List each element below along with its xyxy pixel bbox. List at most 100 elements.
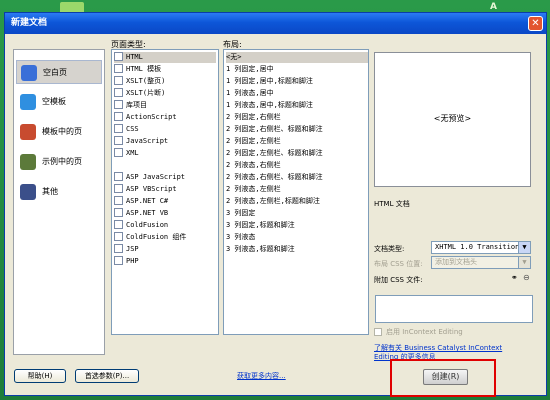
get-more-content-link[interactable]: 获取更多内容... [237,371,286,381]
blank-template-icon [20,94,36,110]
layout-item[interactable]: 1 列液态,居中 [226,88,274,99]
layout-item[interactable]: 2 列液态,右侧栏、标题和脚注 [226,172,323,183]
page-type-item-label: CSS [126,125,139,133]
page-type-item[interactable]: ActionScript [114,112,177,123]
document-icon [114,76,123,85]
layout-item[interactable]: 2 列液态,左侧栏 [226,184,281,195]
document-icon [114,88,123,97]
attach-css-list[interactable] [375,295,533,323]
page-type-item-label: ActionScript [126,113,177,121]
page-type-item-label: ASP JavaScript [126,173,186,181]
document-icon [114,112,123,121]
no-preview-text: <无预览> [433,114,472,123]
page-type-list[interactable]: HTML HTML 模板 XSLT(整页) XSLT(片断) 库项目 Actio… [111,49,219,335]
page-type-item[interactable]: HTML 模板 [114,64,161,75]
page-type-item[interactable]: CSS [114,124,139,135]
remove-icon[interactable]: ⊖ [523,273,530,282]
sidebar-item-blank-template[interactable]: 空模板 [16,90,102,114]
sidebar-item-template-page[interactable]: 模板中的页 [16,120,102,144]
other-icon [20,184,36,200]
page-type-item-label: XSLT(整页) [126,77,166,85]
incontext-checkbox[interactable] [374,328,382,336]
blank-page-icon [21,65,37,81]
layout-item[interactable]: 2 列固定,左侧栏 [226,136,281,147]
document-icon [114,220,123,229]
page-type-item[interactable]: ASP.NET VB [114,208,168,219]
layout-item[interactable]: 2 列固定,右侧栏、标题和脚注 [226,124,323,135]
category-sidebar: 空白页 空模板 模板中的页 示例中的页 其他 [13,49,105,355]
page-type-item-label: 库项目 [126,101,147,109]
page-type-item[interactable]: JavaScript [114,136,168,147]
sidebar-item-label: 示例中的页 [42,157,82,166]
link-icon[interactable]: ⚭ [511,273,518,282]
page-type-item[interactable]: XSLT(片断) [114,88,165,99]
document-icon [114,52,123,61]
page-type-item-label: XML [126,149,139,157]
close-icon: ✕ [531,18,540,29]
layout-item[interactable]: 3 列液态 [226,232,255,243]
document-icon [114,232,123,241]
sidebar-item-label: 空白页 [43,68,67,77]
sample-page-icon [20,154,36,170]
page-type-item[interactable]: ASP VBScript [114,184,177,195]
page-type-item[interactable]: PHP [114,256,139,267]
layout-css-select: 添加到文档头 ▼ [431,256,531,269]
layout-item[interactable]: 3 列固定,标题和脚注 [226,220,295,231]
chevron-down-icon: ▼ [518,257,530,268]
layout-item[interactable]: 2 列固定,右侧栏 [226,112,281,123]
layout-item[interactable]: 1 列固定,居中 [226,64,274,75]
page-type-item[interactable]: ColdFusion 组件 [114,232,186,243]
page-type-item[interactable]: XSLT(整页) [114,76,165,87]
document-icon [114,100,123,109]
page-type-item-label: ASP.NET VB [126,209,169,217]
page-type-item[interactable]: XML [114,148,139,159]
layout-item[interactable]: <无> [226,52,368,64]
page-type-item[interactable]: JSP [114,244,139,255]
help-button[interactable]: 帮助(H) [14,369,66,383]
page-type-item-label: ColdFusion [126,221,169,229]
layout-item[interactable]: 2 列固定,左侧栏、标题和脚注 [226,148,323,159]
layout-item[interactable]: 1 列液态,居中,标题和脚注 [226,100,313,111]
page-type-item-label: ASP VBScript [126,185,177,193]
layout-list[interactable]: <无> 1 列固定,居中 1 列固定,居中,标题和脚注 1 列液态,居中 1 列… [223,49,369,335]
adobe-logo: A [490,2,497,12]
page-type-item-label: XSLT(片断) [126,89,166,97]
document-icon [114,196,123,205]
page-type-item-label: HTML [126,53,143,61]
sidebar-item-blank-page[interactable]: 空白页 [16,60,102,84]
document-description: HTML 文档 [374,200,410,208]
layout-item[interactable]: 2 列液态,右侧栏 [226,160,281,171]
doctype-label: 文档类型: [374,245,405,253]
doctype-value: XHTML 1.0 Transitional [435,243,528,251]
doctype-select[interactable]: XHTML 1.0 Transitional ▼ [431,241,531,254]
page-type-item[interactable]: ColdFusion [114,220,168,231]
dialog-titlebar[interactable]: 新建文档 ✕ [5,13,546,34]
preferences-button[interactable]: 首选参数(P)... [75,369,139,383]
document-icon [114,184,123,193]
layout-item[interactable]: 1 列固定,居中,标题和脚注 [226,76,313,87]
sidebar-item-sample-page[interactable]: 示例中的页 [16,150,102,174]
page-type-item[interactable]: ASP.NET C# [114,196,168,207]
attach-css-label: 附加 CSS 文件: [374,276,423,284]
page-type-item[interactable]: HTML [114,52,216,63]
page-type-item[interactable]: ASP JavaScript [114,172,185,183]
close-button[interactable]: ✕ [528,16,543,31]
document-icon [114,256,123,265]
layout-item[interactable]: 2 列液态,左侧栏,标题和脚注 [226,196,320,207]
document-icon [114,172,123,181]
chevron-down-icon[interactable]: ▼ [518,242,530,253]
layout-item[interactable]: 3 列液态,标题和脚注 [226,244,295,255]
page-type-item-label: JSP [126,245,139,253]
incontext-checkbox-label: 启用 InContext Editing [386,328,463,336]
page-type-item[interactable]: 库项目 [114,100,147,111]
dialog-title: 新建文档 [11,18,48,28]
sidebar-item-other[interactable]: 其他 [16,180,102,204]
page-type-item-label: PHP [126,257,139,265]
sidebar-item-label: 其他 [42,187,58,196]
preview-panel: <无预览> [374,52,531,187]
layout-item[interactable]: 3 列固定 [226,208,255,219]
page-type-item-label: ASP.NET C# [126,197,169,205]
highlight-box [390,359,496,397]
document-icon [114,64,123,73]
layout-css-label: 布局 CSS 位置: [374,260,423,268]
